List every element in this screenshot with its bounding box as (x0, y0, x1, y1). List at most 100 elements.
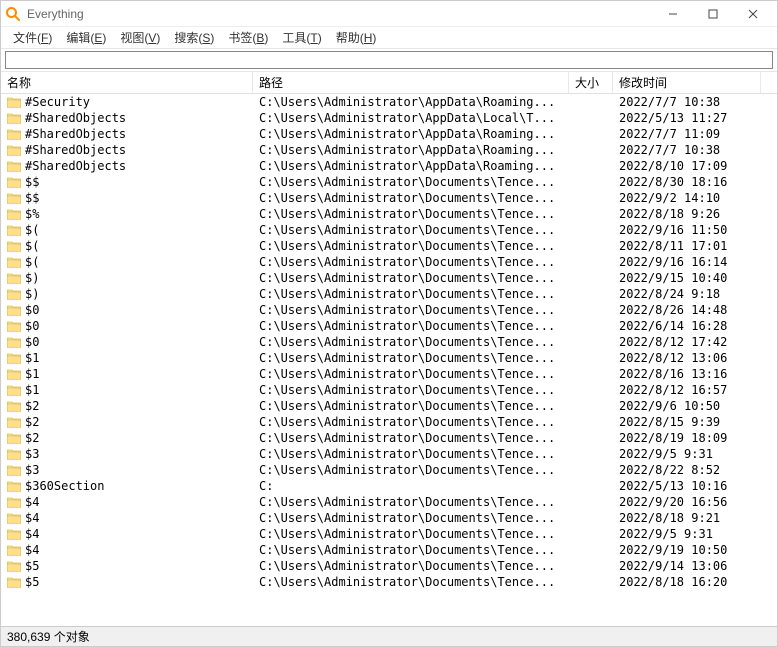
file-name: $4 (25, 511, 39, 525)
table-row[interactable]: $3C:\Users\Administrator\Documents\Tence… (1, 462, 777, 478)
cell-date: 2022/8/24 9:18 (613, 287, 777, 301)
table-row[interactable]: $4C:\Users\Administrator\Documents\Tence… (1, 542, 777, 558)
search-input[interactable] (5, 51, 773, 69)
cell-name: $) (1, 271, 253, 285)
table-row[interactable]: $3C:\Users\Administrator\Documents\Tence… (1, 446, 777, 462)
cell-path: C:\Users\Administrator\Documents\Tence..… (253, 511, 569, 525)
table-row[interactable]: $)C:\Users\Administrator\Documents\Tence… (1, 270, 777, 286)
cell-name: $4 (1, 495, 253, 509)
file-name: $) (25, 271, 39, 285)
cell-date: 2022/6/14 16:28 (613, 319, 777, 333)
file-name: $5 (25, 559, 39, 573)
table-row[interactable]: $0C:\Users\Administrator\Documents\Tence… (1, 318, 777, 334)
maximize-button[interactable] (693, 3, 733, 25)
folder-icon (7, 577, 21, 588)
file-name: $4 (25, 527, 39, 541)
cell-path: C:\Users\Administrator\Documents\Tence..… (253, 575, 569, 589)
cell-name: $4 (1, 543, 253, 557)
cell-path: C:\Users\Administrator\AppData\Local\T..… (253, 111, 569, 125)
menu-item[interactable]: 文件(F) (7, 27, 58, 48)
table-row[interactable]: $2C:\Users\Administrator\Documents\Tence… (1, 398, 777, 414)
table-row[interactable]: $)C:\Users\Administrator\Documents\Tence… (1, 286, 777, 302)
file-name: $1 (25, 351, 39, 365)
menu-item[interactable]: 书签(B) (222, 27, 274, 48)
file-name: $$ (25, 175, 39, 189)
file-name: $$ (25, 191, 39, 205)
table-row[interactable]: $1 C:\Users\Administrator\Documents\Tence… (1, 350, 777, 366)
table-row[interactable]: $4 C:\Users\Administrator\Documents\Tence… (1, 510, 777, 526)
cell-name: $0 (1, 335, 253, 349)
folder-icon (7, 465, 21, 476)
file-name: $( (25, 255, 39, 269)
table-row[interactable]: $$ C:\Users\Administrator\Documents\Tence… (1, 190, 777, 206)
cell-date: 2022/9/6 10:50 (613, 399, 777, 413)
cell-date: 2022/9/14 13:06 (613, 559, 777, 573)
minimize-button[interactable] (653, 3, 693, 25)
table-row[interactable]: $2C:\Users\Administrator\Documents\Tence… (1, 414, 777, 430)
table-row[interactable]: $2C:\Users\Administrator\Documents\Tence… (1, 430, 777, 446)
file-name: $3 (25, 463, 39, 477)
folder-icon (7, 177, 21, 188)
table-row[interactable]: $5 C:\Users\Administrator\Documents\Tence… (1, 574, 777, 590)
cell-name: $$ (1, 175, 253, 189)
table-row[interactable]: $1C:\Users\Administrator\Documents\Tence… (1, 382, 777, 398)
menu-item[interactable]: 编辑(E) (60, 27, 112, 48)
menu-item[interactable]: 帮助(H) (330, 27, 383, 48)
cell-name: $) (1, 287, 253, 301)
folder-icon (7, 225, 21, 236)
file-name: $0 (25, 303, 39, 317)
table-row[interactable]: $%C:\Users\Administrator\Documents\Tence… (1, 206, 777, 222)
cell-name: $( (1, 255, 253, 269)
file-name: $( (25, 223, 39, 237)
file-name: $1 (25, 383, 39, 397)
table-row[interactable]: $0C:\Users\Administrator\Documents\Tence… (1, 302, 777, 318)
table-row[interactable]: #SecurityC:\Users\Administrator\AppData\… (1, 94, 777, 110)
cell-name: $360Section (1, 479, 253, 493)
table-row[interactable]: $4C:\Users\Administrator\Documents\Tence… (1, 526, 777, 542)
cell-path: C:\Users\Administrator\Documents\Tence..… (253, 351, 569, 365)
file-name: $2 (25, 415, 39, 429)
table-row[interactable]: $0C:\Users\Administrator\Documents\Tence… (1, 334, 777, 350)
table-row[interactable]: $360SectionC:2022/5/13 10:16 (1, 478, 777, 494)
table-row[interactable]: $5C:\Users\Administrator\Documents\Tence… (1, 558, 777, 574)
col-header-name[interactable]: 名称 (1, 72, 253, 93)
col-header-path[interactable]: 路径 (253, 72, 569, 93)
table-row[interactable]: #SharedObjectsC:\Users\Administrator\App… (1, 142, 777, 158)
table-row[interactable]: $$ C:\Users\Administrator\Documents\Tence… (1, 174, 777, 190)
menu-item[interactable]: 工具(T) (276, 27, 327, 48)
table-row[interactable]: $(C:\Users\Administrator\Documents\Tence… (1, 222, 777, 238)
table-row[interactable]: $(C:\Users\Administrator\Documents\Tence… (1, 254, 777, 270)
folder-icon (7, 321, 21, 332)
folder-icon (7, 481, 21, 492)
folder-icon (7, 273, 21, 284)
close-button[interactable] (733, 3, 773, 25)
col-header-modified[interactable]: 修改时间 (613, 72, 761, 93)
folder-icon (7, 513, 21, 524)
file-name: $5 (25, 575, 39, 589)
cell-path: C: (253, 479, 569, 493)
table-row[interactable]: #SharedObjectsC:\Users\Administrator\App… (1, 158, 777, 174)
col-header-size[interactable]: 大小 (569, 72, 613, 93)
folder-icon (7, 193, 21, 204)
cell-path: C:\Users\Administrator\Documents\Tence..… (253, 495, 569, 509)
cell-path: C:\Users\Administrator\AppData\Roaming..… (253, 159, 569, 173)
results-list[interactable]: #SecurityC:\Users\Administrator\AppData\… (1, 94, 777, 626)
file-name: $4 (25, 495, 39, 509)
table-row[interactable]: $(C:\Users\Administrator\Documents\Tence… (1, 238, 777, 254)
cell-path: C:\Users\Administrator\Documents\Tence..… (253, 191, 569, 205)
cell-path: C:\Users\Administrator\Documents\Tence..… (253, 175, 569, 189)
menu-item[interactable]: 搜索(S) (168, 27, 220, 48)
file-name: #SharedObjects (25, 127, 126, 141)
table-row[interactable]: #SharedObjectsC:\Users\Administrator\App… (1, 126, 777, 142)
folder-icon (7, 369, 21, 380)
folder-icon (7, 545, 21, 556)
file-name: $1 (25, 367, 39, 381)
cell-date: 2022/8/15 9:39 (613, 415, 777, 429)
cell-date: 2022/9/20 16:56 (613, 495, 777, 509)
table-row[interactable]: $4 C:\Users\Administrator\Documents\Tence… (1, 494, 777, 510)
table-row[interactable]: $1C:\Users\Administrator\Documents\Tence… (1, 366, 777, 382)
menubar: 文件(F)编辑(E)视图(V)搜索(S)书签(B)工具(T)帮助(H) (1, 27, 777, 49)
table-row[interactable]: #SharedObjectsC:\Users\Administrator\App… (1, 110, 777, 126)
cell-name: #SharedObjects (1, 111, 253, 125)
menu-item[interactable]: 视图(V) (114, 27, 166, 48)
